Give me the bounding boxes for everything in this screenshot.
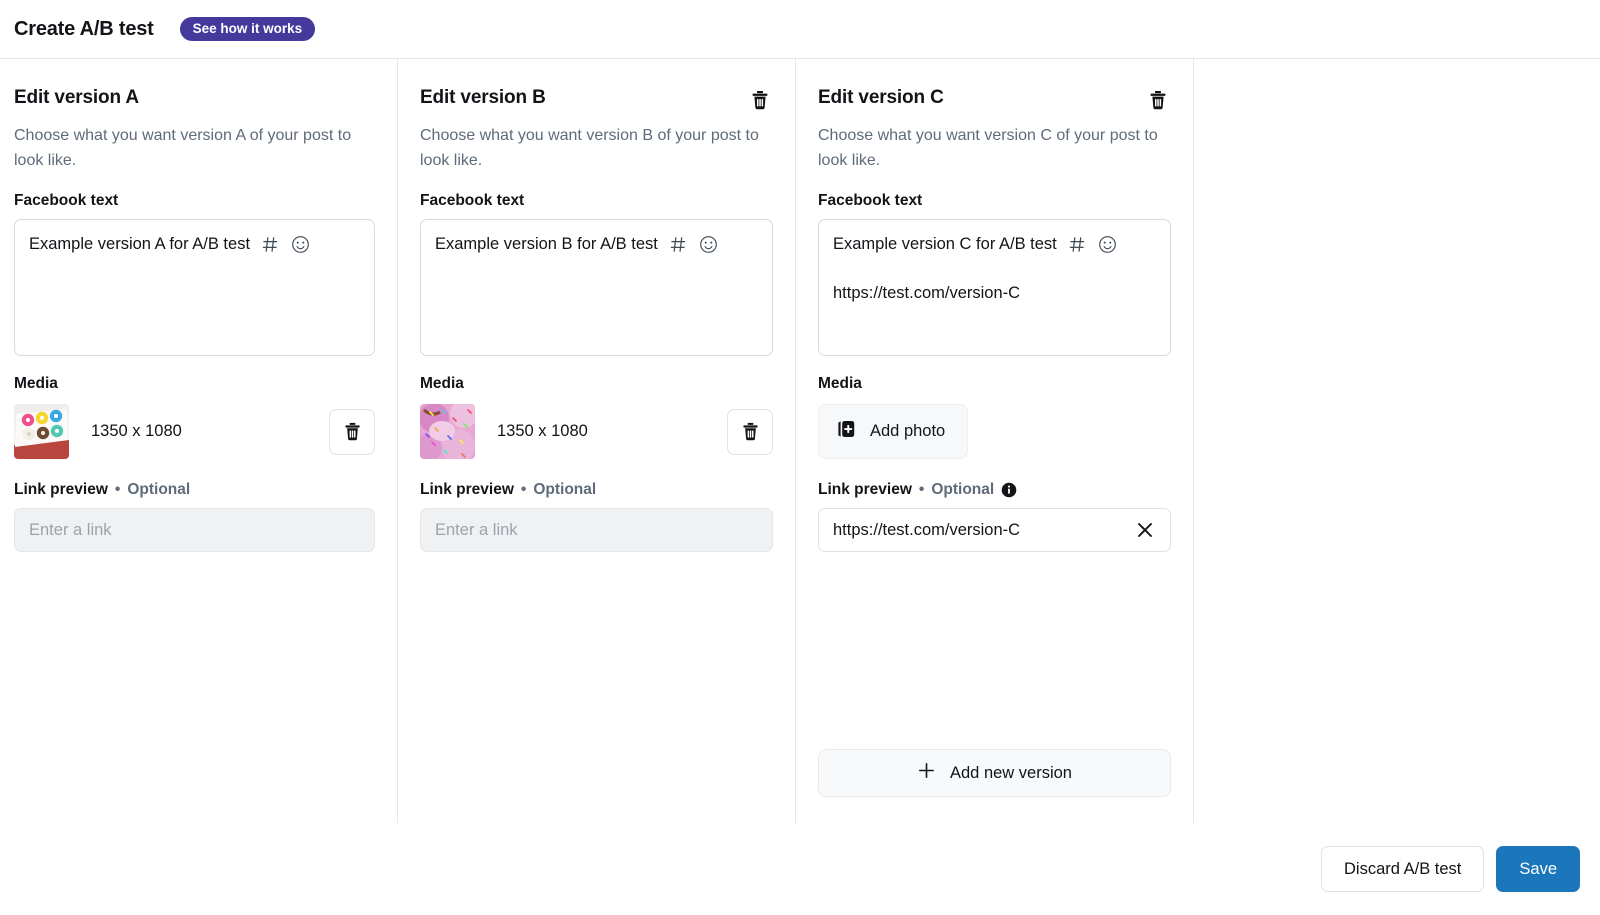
version-c-text-label: Facebook text [818,192,923,209]
version-b-text-value: Example version B for A/B test [435,235,658,253]
version-a-title: Edit version A [14,87,139,108]
version-a-text-label: Facebook text [14,192,119,209]
version-b-link-input[interactable]: Enter a link [420,508,773,552]
versions-container: Edit version A Choose what you want vers… [0,59,1600,823]
version-b-media-size: 1350 x 1080 [497,422,588,440]
version-a-text-input[interactable]: Example version A for A/B test [14,219,375,356]
version-column-c: Edit version C Choose what you want vers… [796,59,1194,823]
save-button[interactable]: Save [1496,846,1580,892]
link-preview-text: Link preview [14,481,108,498]
version-c-delete-button[interactable] [1145,87,1171,113]
version-a-header: Edit version A [14,87,375,113]
empty-column [1194,59,1600,823]
version-column-a: Edit version A Choose what you want vers… [0,59,398,823]
version-a-link-input[interactable]: Enter a link [14,508,375,552]
hashtag-icon[interactable] [669,235,688,254]
emoji-icon[interactable] [699,235,718,254]
ab-test-editor-page: Create A/B test See how it works Edit ve… [0,0,1600,915]
version-b-media-delete-button[interactable] [727,408,773,455]
add-new-version-button[interactable]: Add new version [818,749,1171,797]
version-c-description: Choose what you want version C of your p… [818,127,1158,169]
version-c-link-input[interactable]: https://test.com/version-C [818,508,1171,552]
version-a-link-placeholder: Enter a link [29,520,112,539]
version-a-link-preview-label: Link preview • Optional [14,481,375,499]
version-b-media-row: 1350 x 1080 [420,404,773,459]
version-a-media-size: 1350 x 1080 [91,422,182,440]
version-b-text-input[interactable]: Example version B for A/B test [420,219,773,356]
separator-dot: • [520,481,527,498]
optional-text: Optional [127,481,191,498]
version-c-add-photo-button[interactable]: Add photo [818,404,969,459]
version-b-description: Choose what you want version B of your p… [420,127,759,169]
version-a-media-label: Media [14,375,58,392]
info-icon[interactable] [1001,482,1017,498]
media-thumbnail-sprinkle-donuts[interactable] [420,404,475,459]
page-title: Create A/B test [14,17,154,40]
add-photo-icon [835,418,857,445]
version-b-media-label: Media [420,375,464,392]
version-b-delete-button[interactable] [747,87,773,113]
version-c-header: Edit version C [818,87,1171,113]
add-photo-label: Add photo [870,422,946,440]
page-header: Create A/B test See how it works [0,0,1600,59]
version-b-header: Edit version B [420,87,773,113]
hashtag-icon[interactable] [261,235,280,254]
separator-dot: • [114,481,121,498]
version-c-text-input[interactable]: Example version C for A/B test https://t… [818,219,1171,356]
version-c-link-preview-label: Link preview • Optional [818,481,1171,499]
version-column-b: Edit version B Choose what you want vers… [398,59,796,823]
media-thumbnail-donuts-box[interactable] [14,404,69,459]
version-c-text-value: Example version C for A/B test [833,235,1057,253]
discard-ab-test-button[interactable]: Discard A/B test [1321,846,1485,892]
emoji-icon[interactable] [291,235,310,254]
optional-text: Optional [533,481,597,498]
add-new-version-label: Add new version [950,763,1072,782]
close-icon[interactable] [1134,519,1156,541]
footer-actions: Discard A/B test Save [0,823,1600,915]
version-a-text-value: Example version A for A/B test [29,235,251,253]
version-b-text-label: Facebook text [420,192,525,209]
plus-icon [917,761,936,785]
link-preview-text: Link preview [420,481,514,498]
version-b-link-preview-label: Link preview • Optional [420,481,773,499]
hashtag-icon[interactable] [1068,235,1087,254]
version-a-media-delete-button[interactable] [329,408,375,455]
see-how-it-works-button[interactable]: See how it works [179,16,316,42]
version-a-description: Choose what you want version A of your p… [14,127,352,169]
separator-dot: • [918,481,925,498]
version-b-title: Edit version B [420,87,546,108]
version-c-title: Edit version C [818,87,944,108]
emoji-icon[interactable] [1098,235,1117,254]
version-a-media-row: 1350 x 1080 [14,404,375,459]
version-c-text-link-line: https://test.com/version-C [833,284,1021,302]
version-c-link-value: https://test.com/version-C [833,520,1021,539]
optional-text: Optional [931,481,995,498]
version-b-link-placeholder: Enter a link [435,520,518,539]
link-preview-text: Link preview [818,481,912,498]
version-c-media-label: Media [818,375,862,392]
